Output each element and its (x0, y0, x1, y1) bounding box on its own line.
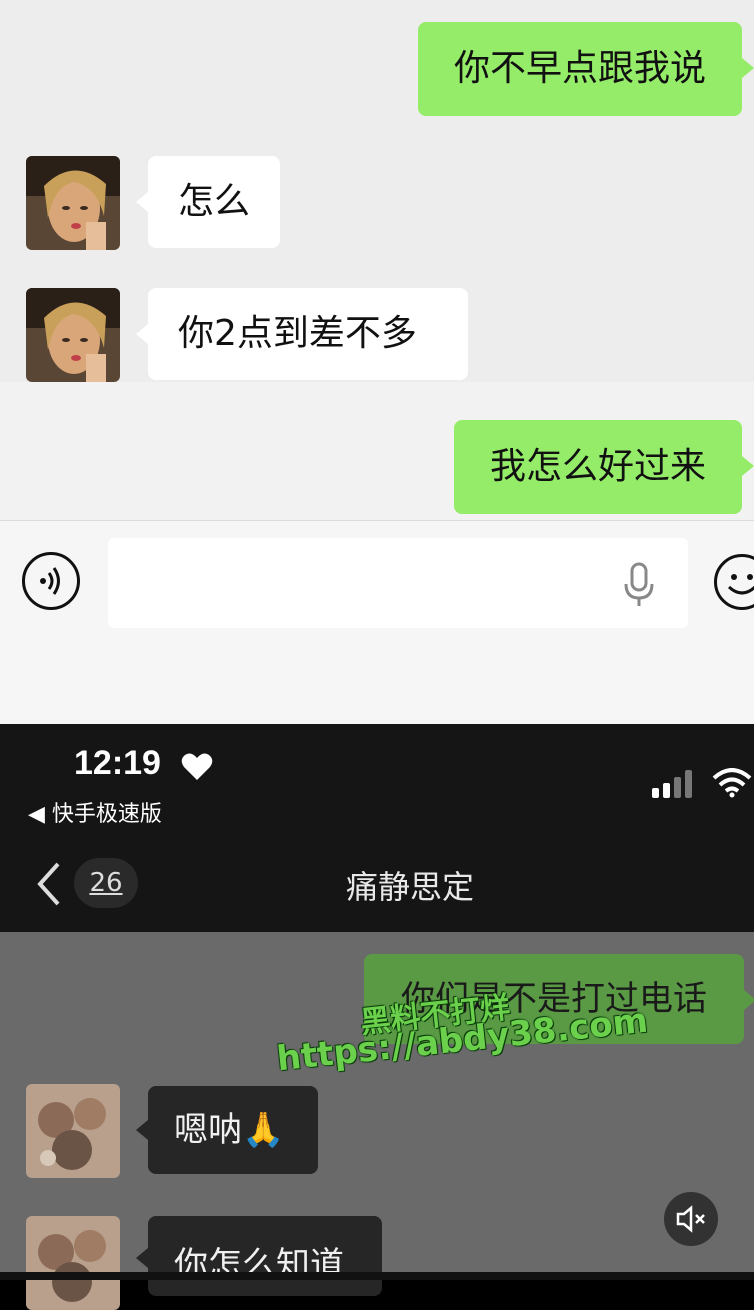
message-bubble-received[interactable]: 嗯呐🙏 (148, 1086, 318, 1174)
avatar[interactable] (26, 1216, 120, 1310)
message-bubble-sent[interactable]: 我怎么好过来 (454, 420, 742, 514)
speaker-muted-icon (676, 1205, 705, 1233)
avatar-photo (26, 156, 120, 250)
message-text: 你不早点跟我说 (453, 48, 706, 89)
wifi-icon (712, 768, 752, 798)
message-input[interactable] (108, 538, 688, 628)
message-bubble-received[interactable]: 你怎么知道 (148, 1216, 382, 1296)
bottom-edge (0, 1272, 754, 1280)
bubble-tail (744, 990, 754, 1010)
emoji-button[interactable] (714, 554, 754, 610)
unread-count-badge[interactable]: 26 (74, 858, 138, 908)
message-text: 怎么 (178, 181, 251, 222)
message-bubble-received[interactable]: 怎么 (148, 156, 280, 248)
voice-mode-button[interactable] (22, 552, 80, 610)
avatar[interactable] (26, 288, 120, 382)
bubble-tail (136, 324, 148, 344)
signal-icon (652, 770, 692, 798)
avatar-photo (26, 1216, 120, 1310)
emoji-icon (727, 574, 754, 595)
bubble-tail (742, 58, 754, 78)
bubble-tail (136, 192, 148, 212)
avatar[interactable] (26, 156, 120, 250)
back-chevron-icon[interactable] (36, 862, 62, 906)
bubble-tail (742, 456, 754, 476)
mic-icon[interactable] (622, 562, 656, 608)
message-text: 你2点到差不多 (178, 313, 417, 354)
message-bubble-received[interactable]: 你2点到差不多 (148, 288, 468, 380)
avatar-photo (26, 288, 120, 382)
bubble-tail (136, 1248, 148, 1268)
heart-icon (181, 753, 213, 780)
avatar[interactable] (26, 1084, 120, 1178)
status-time: 12:19 (74, 744, 161, 782)
message-text: 我怎么好过来 (489, 446, 706, 487)
bubble-tail (136, 1120, 148, 1140)
message-text: 嗯呐🙏 (174, 1110, 285, 1150)
mute-button[interactable] (664, 1192, 718, 1246)
message-bubble-sent[interactable]: 你不早点跟我说 (418, 22, 742, 116)
avatar-photo (26, 1084, 120, 1178)
voice-icon (40, 567, 60, 595)
page-title: 痛静思定 (345, 868, 474, 906)
back-to-app-link[interactable]: ◀ 快手极速版 (28, 796, 162, 828)
